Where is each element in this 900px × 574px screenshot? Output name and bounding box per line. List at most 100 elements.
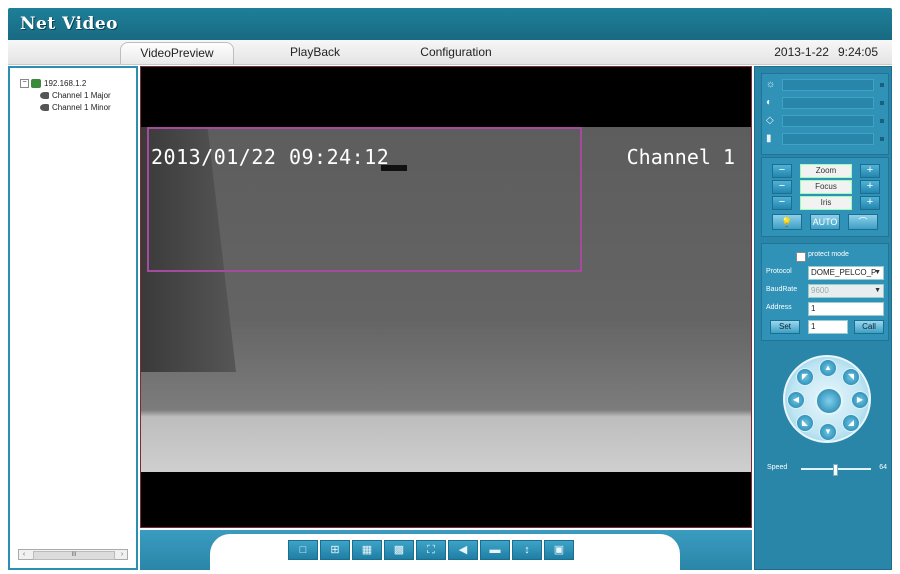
collapse-icon[interactable]: − — [20, 79, 29, 89]
quad-view-button[interactable]: ⊞ — [320, 540, 350, 560]
baudrate-row: BaudRate 9600 ▼ — [766, 284, 884, 298]
speed-max-label: 64 — [879, 464, 887, 471]
talk-button[interactable]: ↕ — [512, 540, 542, 560]
protect-mode-checkbox[interactable] — [796, 252, 806, 262]
protocol-label: Protocol — [766, 268, 792, 275]
osd-datetime: 2013/01/22 09:24:12 — [151, 145, 390, 169]
hue-slider[interactable] — [782, 133, 874, 145]
brightness-slider[interactable] — [782, 79, 874, 91]
slider-handle[interactable] — [880, 101, 884, 105]
video-preview[interactable]: 2013/01/22 09:24:12 Channel 1 — [140, 66, 752, 528]
baudrate-label: BaudRate — [766, 286, 798, 293]
sixteen-view-button[interactable]: ▩ — [384, 540, 414, 560]
scroll-thumb[interactable]: III — [33, 551, 115, 560]
protocol-row: Protocol DOME_PELCO_P ▼ — [766, 266, 884, 280]
ptz-down-left-button[interactable]: ◣ — [796, 414, 814, 432]
protocol-select[interactable]: DOME_PELCO_P ▼ — [808, 266, 884, 280]
tab-bar: VideoPreview PlayBack Configuration 2013… — [8, 40, 892, 65]
scroll-left-icon[interactable]: ‹ — [19, 550, 29, 559]
tree-channel-minor[interactable]: Channel 1 Minor — [20, 102, 111, 114]
focus-near-button[interactable]: − — [772, 180, 792, 194]
channel-label: Channel 1 Major — [52, 91, 111, 100]
tab-playback[interactable]: PlayBack — [270, 42, 360, 63]
ptz-up-right-button[interactable]: ◥ — [842, 368, 860, 386]
camera-icon — [40, 92, 49, 100]
ptz-up-button[interactable]: ▲ — [819, 359, 837, 377]
ptz-panel: ▲ ▼ ◀ ▶ ◤ ◥ ◣ ◢ Speed 64 — [761, 347, 887, 487]
contrast-slider[interactable] — [782, 97, 874, 109]
ptz-up-left-button[interactable]: ◤ — [796, 368, 814, 386]
ptz-speed-control: Speed 64 — [767, 463, 887, 476]
ptz-left-button[interactable]: ◀ — [787, 391, 805, 409]
baudrate-select[interactable]: 9600 ▼ — [808, 284, 884, 298]
toolbar-buttons: □ ⊞ ▦ ▩ ⛶ ◀ ▬ ↕ ▣ — [288, 540, 574, 560]
fullscreen-button[interactable]: ⛶ — [416, 540, 446, 560]
contrast-icon: ◐ — [766, 97, 773, 108]
preview-toolbar: □ ⊞ ▦ ▩ ⛶ ◀ ▬ ↕ ▣ — [140, 530, 752, 574]
protect-mode-label: protect mode — [808, 251, 849, 258]
speed-label: Speed — [767, 464, 788, 471]
tab-configuration[interactable]: Configuration — [404, 42, 508, 63]
quad-view-icon: ⊞ — [330, 544, 340, 556]
saturation-slider[interactable] — [782, 115, 874, 127]
speed-slider-thumb[interactable] — [832, 464, 838, 476]
scroll-right-icon[interactable]: › — [117, 550, 127, 559]
tree-device-node[interactable]: − 192.168.1.2 — [20, 78, 111, 90]
talk-icon: ↕ — [524, 544, 530, 556]
preset-input[interactable]: 1 — [808, 320, 848, 334]
zoom-in-button[interactable]: + — [860, 164, 880, 178]
snapshot-button[interactable]: ▣ — [544, 540, 574, 560]
saturation-row: ◇ — [766, 114, 884, 128]
wiper-button[interactable]: ⌒ — [848, 214, 878, 230]
tab-videopreview[interactable]: VideoPreview — [120, 42, 234, 64]
brightness-icon: ☼ — [766, 79, 776, 90]
single-view-icon: □ — [299, 544, 307, 556]
slider-handle[interactable] — [880, 119, 884, 123]
device-tree: − 192.168.1.2 Channel 1 Major Channel 1 M… — [20, 78, 111, 114]
control-panel: ☼ ◐ ◇ ▮ − Zoom + − Focus + − Iris + 💡 AUTO … — [754, 66, 892, 570]
protocol-panel: protect mode Protocol DOME_PELCO_P ▼ Baud… — [761, 243, 889, 341]
iris-row: − Iris + — [772, 196, 880, 210]
hue-row: ▮ — [766, 132, 884, 146]
clock-date: 2013-1-22 — [774, 45, 829, 59]
single-view-button[interactable]: □ — [288, 540, 318, 560]
lens-tools: 💡 AUTO ⌒ — [772, 214, 880, 230]
ptz-center-button[interactable] — [815, 387, 843, 415]
nine-view-button[interactable]: ▦ — [352, 540, 382, 560]
tree-channel-major[interactable]: Channel 1 Major — [20, 90, 111, 102]
slider-handle[interactable] — [880, 83, 884, 87]
baudrate-value: 9600 — [811, 286, 829, 295]
clock-display: 2013-1-22 9:24:05 — [774, 42, 878, 63]
focus-row: − Focus + — [772, 180, 880, 194]
device-label: 192.168.1.2 — [44, 79, 87, 88]
ptz-down-right-button[interactable]: ◢ — [842, 414, 860, 432]
slider-handle[interactable] — [880, 137, 884, 141]
saturation-icon: ◇ — [766, 115, 774, 126]
chevron-down-icon: ▼ — [874, 287, 881, 294]
snapshot-icon: ▣ — [553, 544, 565, 556]
sixteen-view-icon: ▩ — [393, 544, 405, 556]
zoom-out-button[interactable]: − — [772, 164, 792, 178]
horizontal-scrollbar[interactable]: ‹ III › — [18, 549, 128, 560]
focus-far-button[interactable]: + — [860, 180, 880, 194]
preset-set-button[interactable]: Set — [770, 320, 800, 334]
ptz-down-button[interactable]: ▼ — [819, 423, 837, 441]
camera-icon — [40, 104, 49, 112]
clock-time: 9:24:05 — [837, 45, 878, 59]
preset-call-button[interactable]: Call — [854, 320, 884, 334]
address-label: Address — [766, 304, 792, 311]
address-input[interactable]: 1 — [808, 302, 884, 316]
record-button[interactable]: ▬ — [480, 540, 510, 560]
device-tree-panel: − 192.168.1.2 Channel 1 Major Channel 1 M… — [8, 66, 138, 570]
light-button[interactable]: 💡 — [772, 214, 802, 230]
ptz-right-button[interactable]: ▶ — [851, 391, 869, 409]
fullscreen-icon: ⛶ — [427, 544, 435, 556]
iris-open-button[interactable]: + — [860, 196, 880, 210]
auto-button[interactable]: AUTO — [810, 214, 840, 230]
iris-close-button[interactable]: − — [772, 196, 792, 210]
title-bar: Net Video — [8, 8, 892, 40]
zoom-label: Zoom — [800, 164, 852, 178]
protect-mode-row: protect mode — [766, 250, 884, 264]
chevron-down-icon: ▼ — [874, 269, 881, 276]
audio-button[interactable]: ◀ — [448, 540, 478, 560]
